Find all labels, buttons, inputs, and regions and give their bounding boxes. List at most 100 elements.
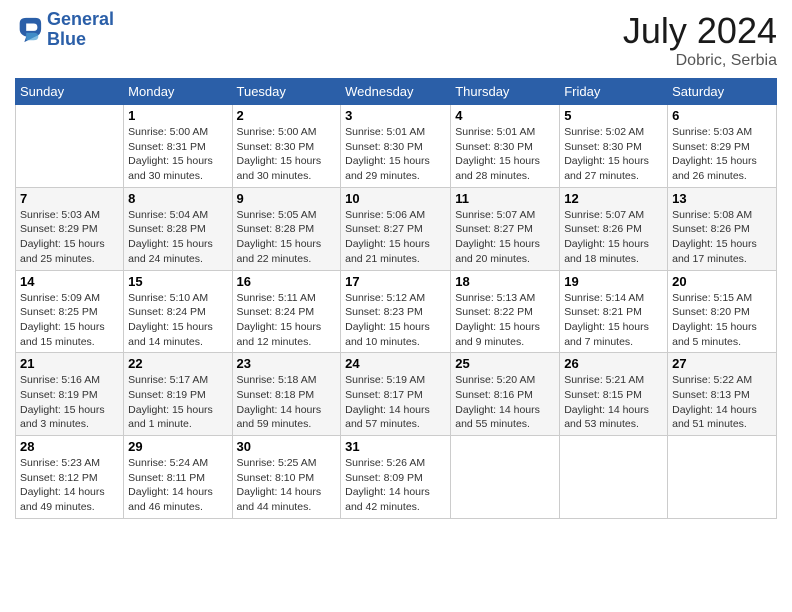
calendar-cell: 18 Sunrise: 5:13 AM Sunset: 8:22 PM Dayli… xyxy=(451,270,560,353)
day-number: 16 xyxy=(237,274,337,289)
day-header-tuesday: Tuesday xyxy=(232,79,341,105)
calendar-cell: 16 Sunrise: 5:11 AM Sunset: 8:24 PM Dayli… xyxy=(232,270,341,353)
day-number: 23 xyxy=(237,356,337,371)
day-number: 24 xyxy=(345,356,446,371)
day-info: Sunrise: 5:13 AM Sunset: 8:22 PM Dayligh… xyxy=(455,291,555,350)
day-header-thursday: Thursday xyxy=(451,79,560,105)
day-number: 29 xyxy=(128,439,227,454)
calendar-cell: 29 Sunrise: 5:24 AM Sunset: 8:11 PM Dayli… xyxy=(124,436,232,519)
page-container: General Blue July 2024 Dobric, Serbia Su… xyxy=(0,0,792,529)
calendar-cell: 14 Sunrise: 5:09 AM Sunset: 8:25 PM Dayli… xyxy=(16,270,124,353)
calendar-cell: 22 Sunrise: 5:17 AM Sunset: 8:19 PM Dayli… xyxy=(124,353,232,436)
day-info: Sunrise: 5:16 AM Sunset: 8:19 PM Dayligh… xyxy=(20,373,119,432)
logo: General Blue xyxy=(15,10,114,50)
day-info: Sunrise: 5:21 AM Sunset: 8:15 PM Dayligh… xyxy=(564,373,663,432)
day-number: 2 xyxy=(237,108,337,123)
calendar-cell xyxy=(451,436,560,519)
day-number: 28 xyxy=(20,439,119,454)
day-number: 3 xyxy=(345,108,446,123)
day-number: 12 xyxy=(564,191,663,206)
day-header-saturday: Saturday xyxy=(668,79,777,105)
calendar-cell: 25 Sunrise: 5:20 AM Sunset: 8:16 PM Dayli… xyxy=(451,353,560,436)
day-info: Sunrise: 5:07 AM Sunset: 8:26 PM Dayligh… xyxy=(564,208,663,267)
calendar-cell: 2 Sunrise: 5:00 AM Sunset: 8:30 PM Daylig… xyxy=(232,105,341,188)
calendar-cell: 26Sunrise: 5:21 AM Sunset: 8:15 PM Dayli… xyxy=(560,353,668,436)
day-number: 31 xyxy=(345,439,446,454)
day-number: 18 xyxy=(455,274,555,289)
calendar-cell: 8Sunrise: 5:04 AM Sunset: 8:28 PM Daylig… xyxy=(124,187,232,270)
day-number: 22 xyxy=(128,356,227,371)
day-number: 27 xyxy=(672,356,772,371)
calendar-cell: 10 Sunrise: 5:06 AM Sunset: 8:27 PM Dayli… xyxy=(341,187,451,270)
calendar-cell: 19Sunrise: 5:14 AM Sunset: 8:21 PM Dayli… xyxy=(560,270,668,353)
calendar-cell: 7 Sunrise: 5:03 AM Sunset: 8:29 PM Daylig… xyxy=(16,187,124,270)
day-number: 17 xyxy=(345,274,446,289)
day-info: Sunrise: 5:03 AM Sunset: 8:29 PM Dayligh… xyxy=(20,208,119,267)
month-year: July 2024 xyxy=(623,10,777,52)
calendar-cell: 20 Sunrise: 5:15 AM Sunset: 8:20 PM Dayli… xyxy=(668,270,777,353)
title-block: July 2024 Dobric, Serbia xyxy=(623,10,777,70)
day-number: 4 xyxy=(455,108,555,123)
day-number: 14 xyxy=(20,274,119,289)
day-number: 30 xyxy=(237,439,337,454)
day-info: Sunrise: 5:01 AM Sunset: 8:30 PM Dayligh… xyxy=(455,125,555,184)
calendar-cell: 13Sunrise: 5:08 AM Sunset: 8:26 PM Dayli… xyxy=(668,187,777,270)
day-number: 9 xyxy=(237,191,337,206)
day-number: 7 xyxy=(20,191,119,206)
day-info: Sunrise: 5:00 AM Sunset: 8:31 PM Dayligh… xyxy=(128,125,227,184)
day-info: Sunrise: 5:23 AM Sunset: 8:12 PM Dayligh… xyxy=(20,456,119,515)
day-number: 15 xyxy=(128,274,227,289)
day-info: Sunrise: 5:11 AM Sunset: 8:24 PM Dayligh… xyxy=(237,291,337,350)
day-info: Sunrise: 5:06 AM Sunset: 8:27 PM Dayligh… xyxy=(345,208,446,267)
calendar-cell: 17 Sunrise: 5:12 AM Sunset: 8:23 PM Dayli… xyxy=(341,270,451,353)
day-info: Sunrise: 5:24 AM Sunset: 8:11 PM Dayligh… xyxy=(128,456,227,515)
calendar-cell: 6 Sunrise: 5:03 AM Sunset: 8:29 PM Daylig… xyxy=(668,105,777,188)
calendar-cell: 15 Sunrise: 5:10 AM Sunset: 8:24 PM Dayli… xyxy=(124,270,232,353)
day-info: Sunrise: 5:15 AM Sunset: 8:20 PM Dayligh… xyxy=(672,291,772,350)
day-info: Sunrise: 5:12 AM Sunset: 8:23 PM Dayligh… xyxy=(345,291,446,350)
calendar-cell xyxy=(668,436,777,519)
day-info: Sunrise: 5:05 AM Sunset: 8:28 PM Dayligh… xyxy=(237,208,337,267)
calendar-cell: 9 Sunrise: 5:05 AM Sunset: 8:28 PM Daylig… xyxy=(232,187,341,270)
calendar-cell: 4 Sunrise: 5:01 AM Sunset: 8:30 PM Daylig… xyxy=(451,105,560,188)
day-info: Sunrise: 5:17 AM Sunset: 8:19 PM Dayligh… xyxy=(128,373,227,432)
calendar-cell: 11Sunrise: 5:07 AM Sunset: 8:27 PM Dayli… xyxy=(451,187,560,270)
day-info: Sunrise: 5:26 AM Sunset: 8:09 PM Dayligh… xyxy=(345,456,446,515)
calendar-cell: 30 Sunrise: 5:25 AM Sunset: 8:10 PM Dayli… xyxy=(232,436,341,519)
day-info: Sunrise: 5:22 AM Sunset: 8:13 PM Dayligh… xyxy=(672,373,772,432)
day-number: 21 xyxy=(20,356,119,371)
calendar-cell: 28 Sunrise: 5:23 AM Sunset: 8:12 PM Dayli… xyxy=(16,436,124,519)
location: Dobric, Serbia xyxy=(623,52,777,70)
calendar-cell: 24 Sunrise: 5:19 AM Sunset: 8:17 PM Dayli… xyxy=(341,353,451,436)
calendar-cell: 1 Sunrise: 5:00 AM Sunset: 8:31 PM Daylig… xyxy=(124,105,232,188)
calendar-cell: 3Sunrise: 5:01 AM Sunset: 8:30 PM Daylig… xyxy=(341,105,451,188)
day-number: 11 xyxy=(455,191,555,206)
day-info: Sunrise: 5:00 AM Sunset: 8:30 PM Dayligh… xyxy=(237,125,337,184)
day-info: Sunrise: 5:09 AM Sunset: 8:25 PM Dayligh… xyxy=(20,291,119,350)
day-number: 6 xyxy=(672,108,772,123)
calendar-cell: 27 Sunrise: 5:22 AM Sunset: 8:13 PM Dayli… xyxy=(668,353,777,436)
day-number: 1 xyxy=(128,108,227,123)
day-info: Sunrise: 5:02 AM Sunset: 8:30 PM Dayligh… xyxy=(564,125,663,184)
day-info: Sunrise: 5:18 AM Sunset: 8:18 PM Dayligh… xyxy=(237,373,337,432)
day-number: 25 xyxy=(455,356,555,371)
calendar-cell xyxy=(16,105,124,188)
day-number: 19 xyxy=(564,274,663,289)
day-info: Sunrise: 5:25 AM Sunset: 8:10 PM Dayligh… xyxy=(237,456,337,515)
calendar-cell: 31 Sunrise: 5:26 AM Sunset: 8:09 PM Dayli… xyxy=(341,436,451,519)
day-info: Sunrise: 5:19 AM Sunset: 8:17 PM Dayligh… xyxy=(345,373,446,432)
calendar-cell xyxy=(560,436,668,519)
calendar-cell: 23 Sunrise: 5:18 AM Sunset: 8:18 PM Dayli… xyxy=(232,353,341,436)
day-header-friday: Friday xyxy=(560,79,668,105)
day-number: 20 xyxy=(672,274,772,289)
day-header-wednesday: Wednesday xyxy=(341,79,451,105)
day-info: Sunrise: 5:04 AM Sunset: 8:28 PM Dayligh… xyxy=(128,208,227,267)
day-number: 10 xyxy=(345,191,446,206)
calendar-cell: 5Sunrise: 5:02 AM Sunset: 8:30 PM Daylig… xyxy=(560,105,668,188)
calendar-table: SundayMondayTuesdayWednesdayThursdayFrid… xyxy=(15,78,777,519)
day-header-monday: Monday xyxy=(124,79,232,105)
day-info: Sunrise: 5:03 AM Sunset: 8:29 PM Dayligh… xyxy=(672,125,772,184)
day-info: Sunrise: 5:20 AM Sunset: 8:16 PM Dayligh… xyxy=(455,373,555,432)
day-info: Sunrise: 5:10 AM Sunset: 8:24 PM Dayligh… xyxy=(128,291,227,350)
calendar-cell: 21 Sunrise: 5:16 AM Sunset: 8:19 PM Dayli… xyxy=(16,353,124,436)
